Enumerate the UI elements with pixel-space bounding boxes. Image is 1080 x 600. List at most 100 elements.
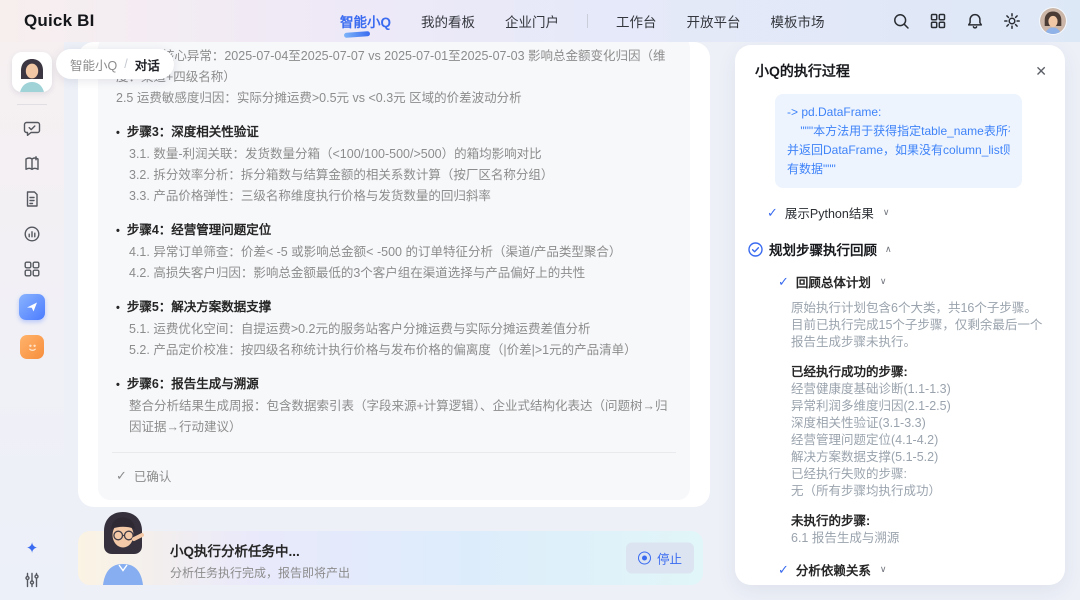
step-title: • 步骤3：深度相关性验证 bbox=[116, 122, 672, 144]
nav-workspace[interactable]: 工作台 bbox=[614, 7, 659, 35]
plan-message-bubble: 2.4 环比核心异常：2025-07-04至2025-07-07 vs 2025… bbox=[98, 42, 690, 500]
sparkle-icon[interactable]: ✦ bbox=[26, 541, 39, 556]
close-icon[interactable]: ✕ bbox=[1035, 64, 1047, 78]
plan-line: 2.5 运费敏感度归因：实际分摊运费>0.5元 vs <0.3元 区域的价差波动… bbox=[116, 88, 672, 109]
chevron-down-icon: ∨ bbox=[880, 564, 887, 575]
panel-title: 小Q的执行过程 bbox=[755, 61, 850, 81]
step-item: 5.1. 运费优化空间：自提运费>0.2元的服务站客户分摊运费与实际分摊运费差值… bbox=[116, 319, 672, 340]
sliders-icon[interactable] bbox=[22, 570, 42, 590]
nav-my-dashboard[interactable]: 我的看板 bbox=[419, 7, 477, 35]
dependency-toggle[interactable]: ✓ 分析依赖关系 ∨ bbox=[778, 560, 1047, 579]
plan-review-label: 回顾总体计划 bbox=[796, 272, 871, 291]
task-subtitle: 分析任务执行完成，报告即将产出 bbox=[170, 564, 350, 581]
breadcrumb-root[interactable]: 智能小Q bbox=[70, 55, 117, 74]
execution-process-panel: 小Q的执行过程 ✕ -> pd.DataFrame: """本方法用于获得指定t… bbox=[735, 45, 1065, 585]
assistant-avatar[interactable] bbox=[12, 52, 52, 92]
task-banner: 小Q执行分析任务中... 分析任务执行完成，报告即将产出 停止 bbox=[78, 531, 703, 585]
pending-steps-header: 未执行的步骤: bbox=[791, 513, 1047, 530]
step-group-4: •步骤4：经营管理问题定位 4.1. 异常订单筛查：价差< -5 或影响总金额<… bbox=[116, 220, 672, 284]
nav-open-platform[interactable]: 开放平台 bbox=[685, 7, 743, 35]
notebook-icon[interactable] bbox=[22, 154, 42, 174]
success-step: 经营健康度基础诊断(1.1-1.3) bbox=[791, 381, 1047, 398]
dependency-label: 分析依赖关系 bbox=[796, 560, 871, 579]
step-item: 4.2. 高损失客户归因：影响总金额最低的3个客户组在渠道选择与产品偏好上的共性 bbox=[116, 263, 672, 284]
step-item: 3.3. 产品价格弹性：三级名称维度执行价格与发货数量的回归斜率 bbox=[116, 186, 672, 207]
code-line: 并返回DataFrame，如果没有column_list则返回table_nam… bbox=[787, 141, 1010, 160]
check-icon: ✓ bbox=[767, 205, 778, 221]
breadcrumb: 智能小Q / 对话 bbox=[56, 49, 174, 79]
stop-button[interactable]: 停止 bbox=[626, 543, 694, 574]
check-icon: ✓ bbox=[778, 274, 789, 290]
code-line: -> pd.DataFrame: bbox=[787, 103, 1010, 122]
code-line: 有数据""" bbox=[787, 160, 1010, 179]
check-icon: ✓ bbox=[116, 468, 127, 484]
success-step: 经营管理问题定位(4.1-4.2) bbox=[791, 432, 1047, 449]
bullet-icon: • bbox=[116, 127, 120, 139]
confirmed-status: ✓ 已确认 bbox=[116, 453, 672, 500]
panel-header: 小Q的执行过程 ✕ bbox=[755, 61, 1047, 81]
step-item: 整合分析结果生成周报：包含数据索引表（字段来源+计算逻辑）、企业式结构化表达（问… bbox=[116, 396, 672, 438]
nav-enterprise-portal[interactable]: 企业门户 bbox=[503, 7, 561, 35]
step-title: •步骤5：解决方案数据支撑 bbox=[116, 297, 672, 319]
review-section-body: ✓ 回顾总体计划 ∨ 原始执行计划包含6个大类，共16个子步骤。目前已执行完成1… bbox=[778, 272, 1047, 585]
chat-panel: 2.4 环比核心异常：2025-07-04至2025-07-07 vs 2025… bbox=[78, 42, 710, 507]
python-result-label: 展示Python结果 bbox=[785, 203, 874, 222]
apps-icon[interactable] bbox=[22, 259, 42, 279]
chat-check-icon[interactable] bbox=[22, 119, 42, 139]
assistant-illustration bbox=[90, 508, 156, 585]
bell-icon[interactable] bbox=[966, 12, 984, 30]
breadcrumb-current: 对话 bbox=[135, 55, 160, 74]
stop-icon bbox=[638, 552, 651, 565]
step-item: 5.2. 产品定价校准：按四级名称统计执行价格与发布价格的偏离度（|价差|>1元… bbox=[116, 340, 672, 361]
task-title: 小Q执行分析任务中... bbox=[170, 540, 350, 560]
plan-line-clipped: 2.4 环比核心异常：2025-07-04至2025-07-07 vs 2025… bbox=[116, 46, 672, 88]
step-item: 3.1. 数量-利润关联：发货数量分箱（<100/100-500/>500）的箱… bbox=[116, 144, 672, 165]
apps-grid-icon[interactable] bbox=[929, 12, 947, 30]
step-title-text: 步骤4：经营管理问题定位 bbox=[127, 223, 271, 237]
circled-check-icon bbox=[748, 242, 763, 257]
success-step: 深度相关性验证(3.1-3.3) bbox=[791, 415, 1047, 432]
rail-divider bbox=[17, 104, 47, 105]
main-nav: 智能小Q 我的看板 企业门户 工作台 开放平台 模板市场 bbox=[338, 7, 827, 35]
plan-review-toggle[interactable]: ✓ 回顾总体计划 ∨ bbox=[778, 272, 1047, 291]
nav-template-market[interactable]: 模板市场 bbox=[769, 7, 827, 35]
python-code-block: -> pd.DataFrame: """本方法用于获得指定table_name表… bbox=[775, 94, 1022, 188]
settings-gear-icon[interactable] bbox=[1003, 12, 1021, 30]
search-icon[interactable] bbox=[892, 12, 910, 30]
stop-label: 停止 bbox=[657, 549, 682, 568]
plan-review-content: 原始执行计划包含6个大类，共16个子步骤。目前已执行完成15个子步骤，仅剩余最后… bbox=[791, 300, 1047, 547]
check-icon: ✓ bbox=[778, 562, 789, 578]
topbar-actions bbox=[892, 8, 1066, 34]
bullet-icon: • bbox=[116, 379, 120, 391]
task-banner-texts: 小Q执行分析任务中... 分析任务执行完成，报告即将产出 bbox=[170, 540, 350, 581]
chevron-down-icon: ∨ bbox=[880, 276, 887, 287]
step-title-text: 步骤3：深度相关性验证 bbox=[127, 125, 259, 139]
step-title: • 步骤6：报告生成与溯源 bbox=[116, 374, 672, 396]
analysis-icon[interactable] bbox=[22, 224, 42, 244]
document-add-icon[interactable] bbox=[22, 189, 42, 209]
bullet-icon: • bbox=[116, 225, 120, 237]
rail-items bbox=[0, 119, 64, 359]
success-step: 解决方案数据支撑(5.1-5.2) bbox=[791, 449, 1047, 466]
breadcrumb-separator: / bbox=[124, 57, 127, 71]
left-rail: ✦ bbox=[0, 42, 64, 600]
chevron-up-icon: ∧ bbox=[885, 244, 892, 255]
review-section-toggle[interactable]: 规划步骤执行回顾 ∧ bbox=[748, 239, 1047, 259]
rail-bottom: ✦ bbox=[0, 541, 64, 590]
step-title: • 步骤4：经营管理问题定位 bbox=[116, 220, 672, 242]
workspace-app-icon[interactable] bbox=[20, 335, 44, 359]
pending-step: 6.1 报告生成与溯源 bbox=[791, 530, 1047, 547]
confirmed-label: 已确认 bbox=[134, 466, 172, 485]
smart-q-app-icon[interactable] bbox=[19, 294, 45, 320]
quickbi-logo: Quick BI bbox=[24, 11, 95, 31]
user-avatar[interactable] bbox=[1040, 8, 1066, 34]
show-python-result-toggle[interactable]: ✓ 展示Python结果 ∨ bbox=[767, 203, 1047, 222]
review-section-title: 规划步骤执行回顾 bbox=[769, 239, 877, 259]
step-title-text: 步骤6：报告生成与溯源 bbox=[127, 377, 259, 391]
failed-step: 无（所有步骤均执行成功） bbox=[791, 483, 1047, 500]
top-bar: Quick BI 智能小Q 我的看板 企业门户 工作台 开放平台 模板市场 bbox=[0, 0, 1080, 42]
chevron-down-icon: ∨ bbox=[883, 207, 890, 218]
nav-smart-q[interactable]: 智能小Q bbox=[338, 7, 393, 35]
step-item: 3.2. 拆分效率分析：拆分箱数与结算金额的相关系数计算（按厂区名称分组） bbox=[116, 165, 672, 186]
step-group-3: • 步骤3：深度相关性验证 3.1. 数量-利润关联：发货数量分箱（<100/10… bbox=[116, 122, 672, 207]
